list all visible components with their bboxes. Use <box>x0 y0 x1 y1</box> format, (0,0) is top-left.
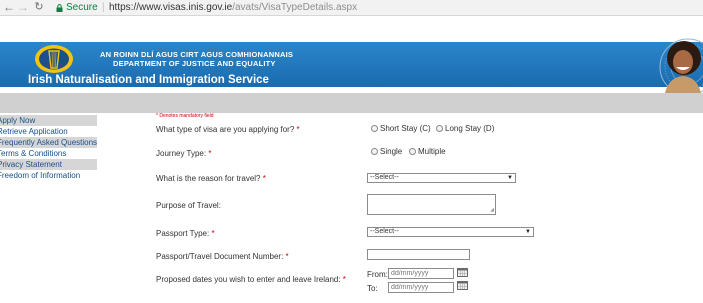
sidebar-item-retrieve-application[interactable]: Retrieve Application <box>0 126 97 137</box>
dates-label: Proposed dates you wish to enter and lea… <box>156 275 346 284</box>
passport-number-label: Passport/Travel Document Number: * <box>156 252 289 261</box>
sidebar-item-faq[interactable]: Frequently Asked Questions <box>0 137 97 148</box>
secure-label: Secure <box>66 2 98 13</box>
radio-single[interactable]: Single <box>371 147 402 156</box>
harp-logo <box>35 45 73 73</box>
passport-type-selected: --Select-- <box>370 228 399 235</box>
dates-label-text: Proposed dates you wish to enter and lea… <box>156 275 341 284</box>
forward-arrow-icon[interactable]: → <box>17 1 29 14</box>
site-header: AN ROINN DLÍ AGUS CIRT AGUS COMHIONANNAI… <box>0 17 703 93</box>
required-mark: * <box>296 125 300 134</box>
sidebar-item-privacy[interactable]: Privacy Statement <box>0 159 97 170</box>
radio-button[interactable] <box>371 148 378 155</box>
sidebar-nav: Apply Now Retrieve Application Frequentl… <box>0 115 97 181</box>
address-separator: | <box>102 2 105 13</box>
calendar-icon[interactable] <box>457 268 468 277</box>
sidebar-item-apply-now[interactable]: Apply Now <box>0 115 97 126</box>
url-path: /avats/VisaTypeDetails.aspx <box>232 2 358 13</box>
mandatory-note: * Denotes mandatory field <box>156 113 214 119</box>
radio-short-stay[interactable]: Short Stay (C) <box>371 124 431 133</box>
radio-long-stay-label: Long Stay (D) <box>445 124 495 133</box>
travel-reason-select[interactable]: --Select-- ▼ <box>367 173 516 183</box>
purpose-label: Purpose of Travel: <box>156 201 221 210</box>
sidebar-item-foi[interactable]: Freedom of Information <box>0 170 97 181</box>
passport-type-label-text: Passport Type: <box>156 229 210 238</box>
url-host: https://www.visas.inis.gov.ie <box>109 2 233 13</box>
dropdown-arrow-icon: ▼ <box>525 229 531 235</box>
required-mark: * <box>211 229 215 238</box>
sidebar-item-terms[interactable]: Terms & Conditions <box>0 148 97 159</box>
required-mark: * <box>342 275 346 284</box>
department-name-irish: AN ROINN DLÍ AGUS CIRT AGUS COMHIONANNAI… <box>100 50 294 59</box>
browser-toolbar: ← → ↻ Secure | https://www.visas.inis.go… <box>0 0 703 16</box>
to-date-input[interactable] <box>388 282 454 293</box>
passport-type-select[interactable]: --Select-- ▼ <box>367 227 534 237</box>
calendar-icon[interactable] <box>457 281 468 290</box>
radio-button[interactable] <box>371 125 378 132</box>
radio-multiple-label: Multiple <box>418 147 446 156</box>
radio-button[interactable] <box>436 125 443 132</box>
address-bar[interactable]: Secure | https://www.visas.inis.gov.ie/a… <box>52 1 703 15</box>
grey-divider-band <box>0 93 703 113</box>
required-mark: * <box>285 252 289 261</box>
from-date-input[interactable] <box>388 268 454 279</box>
url-text[interactable]: https://www.visas.inis.gov.ie/avats/Visa… <box>109 1 357 15</box>
visa-type-label: What type of visa are you applying for? … <box>156 125 300 134</box>
department-name-english: DEPARTMENT OF JUSTICE AND EQUALITY <box>113 59 276 68</box>
service-title: Irish Naturalisation and Immigration Ser… <box>28 74 269 86</box>
reload-icon[interactable]: ↻ <box>33 1 45 14</box>
travel-reason-selected: --Select-- <box>370 174 399 181</box>
radio-short-stay-label: Short Stay (C) <box>380 124 431 133</box>
passport-type-label: Passport Type: * <box>156 229 215 238</box>
passport-number-label-text: Passport/Travel Document Number: <box>156 252 284 261</box>
passport-number-input[interactable] <box>367 249 470 260</box>
journey-type-label-text: Journey Type: <box>156 149 207 158</box>
travel-reason-label-text: What is the reason for travel? <box>156 174 261 183</box>
woman-photo <box>665 41 701 93</box>
required-mark: * <box>208 149 212 158</box>
required-mark: * <box>262 174 266 183</box>
radio-button[interactable] <box>409 148 416 155</box>
dropdown-arrow-icon: ▼ <box>507 175 513 181</box>
to-label: To: <box>367 284 378 293</box>
purpose-textarea[interactable]: ◢ <box>367 194 496 215</box>
radio-long-stay[interactable]: Long Stay (D) <box>436 124 494 133</box>
radio-single-label: Single <box>380 147 403 156</box>
lock-icon <box>56 4 63 12</box>
radio-multiple[interactable]: Multiple <box>409 147 446 156</box>
visa-type-label-text: What type of visa are you applying for? <box>156 125 295 134</box>
travel-reason-label: What is the reason for travel? * <box>156 174 266 183</box>
resize-grip-icon[interactable]: ◢ <box>490 208 494 213</box>
back-arrow-icon[interactable]: ← <box>3 1 15 14</box>
journey-type-label: Journey Type: * <box>156 149 211 158</box>
from-label: From: <box>367 270 388 279</box>
